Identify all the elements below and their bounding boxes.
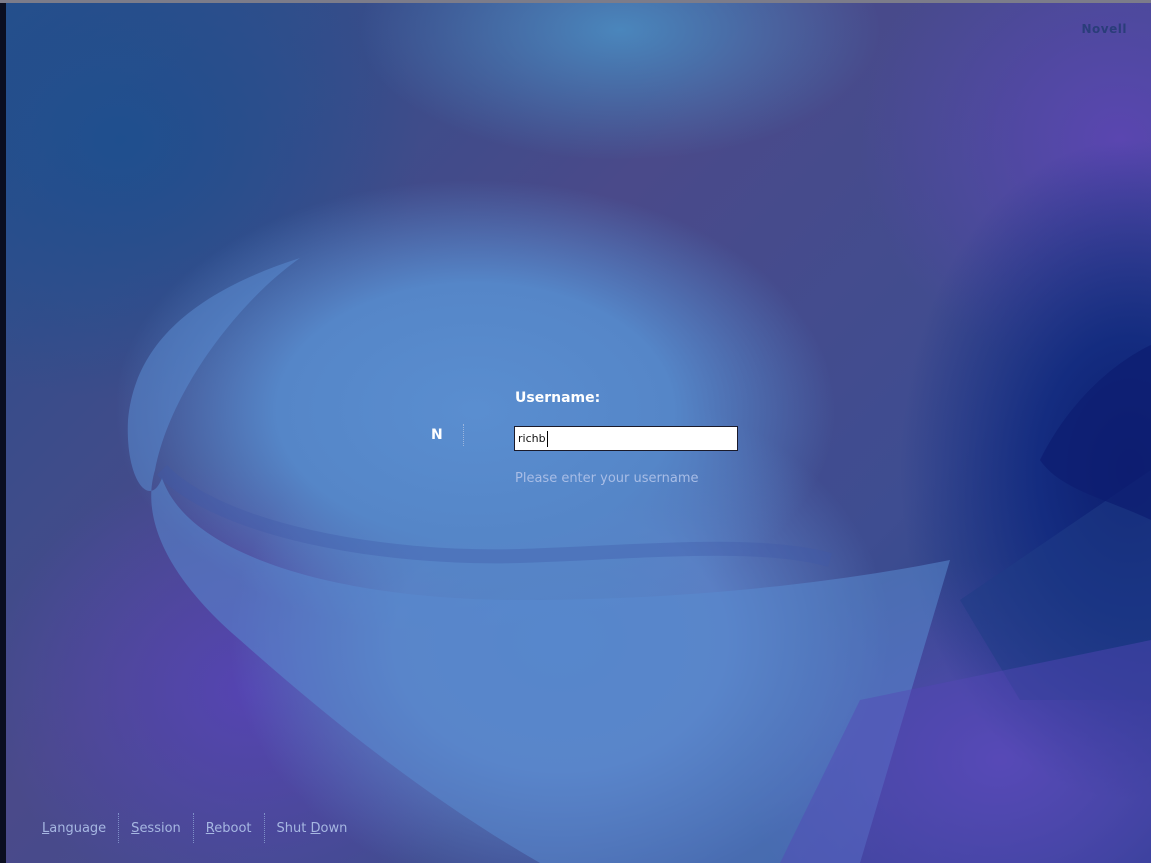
- login-hint: Please enter your username: [515, 471, 699, 486]
- language-label-rest: anguage: [49, 820, 107, 836]
- shutdown-button[interactable]: Shut Down: [277, 821, 348, 836]
- menu-separator: [192, 813, 194, 843]
- reboot-mnemonic: R: [205, 820, 215, 836]
- novell-logo-icon: N: [431, 427, 443, 443]
- shutdown-mnemonic: D: [310, 820, 321, 836]
- language-button[interactable]: Language: [42, 821, 106, 836]
- reboot-label-rest: eboot: [214, 820, 252, 836]
- logo-divider: [463, 424, 464, 446]
- username-label: Username:: [515, 390, 601, 406]
- session-button[interactable]: Session: [131, 821, 181, 836]
- shutdown-label-before: Shut: [276, 820, 311, 836]
- menu-separator: [118, 813, 120, 843]
- shutdown-label-rest: own: [320, 820, 348, 836]
- text-caret: [547, 431, 548, 447]
- screen-top-edge: [0, 0, 1151, 3]
- session-label-rest: ession: [139, 820, 181, 836]
- bottom-menu: Language Session Reboot Shut Down: [42, 813, 347, 843]
- menu-separator: [263, 813, 265, 843]
- login-screen: Novell N Username: Please enter your use…: [0, 0, 1151, 863]
- screen-edge: [0, 0, 6, 863]
- novell-brand: Novell: [1081, 22, 1127, 36]
- reboot-button[interactable]: Reboot: [206, 821, 252, 836]
